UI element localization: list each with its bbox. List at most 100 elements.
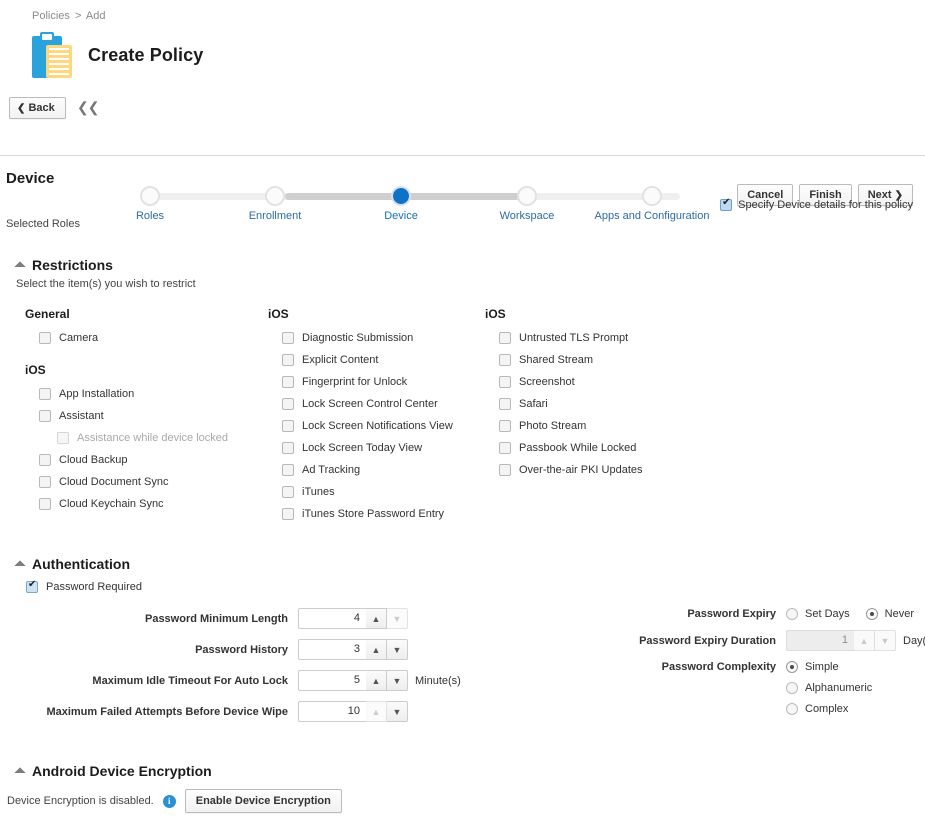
restriction-ad-tracking[interactable]: Ad Tracking: [282, 464, 453, 476]
restriction-app-installation[interactable]: App Installation: [39, 388, 228, 400]
double-chevron-left-icon[interactable]: ❮❮: [77, 100, 99, 114]
page-title: Create Policy: [88, 44, 204, 65]
radio-label-never[interactable]: Never: [885, 608, 914, 620]
stepper-down-icon[interactable]: ▼: [387, 701, 408, 722]
radio-never[interactable]: [865, 608, 878, 620]
stepper-up-icon[interactable]: ▲: [366, 608, 387, 629]
restriction-camera[interactable]: Camera: [39, 332, 228, 344]
restriction-untrusted-tls-prompt[interactable]: Untrusted TLS Prompt: [499, 332, 643, 344]
stepper-down-icon[interactable]: ▼: [387, 670, 408, 691]
radio-set-days[interactable]: [786, 608, 798, 620]
restriction-lock-screen-control-center[interactable]: Lock Screen Control Center: [282, 398, 453, 410]
maximum-idle-timeout-value[interactable]: 5: [298, 670, 366, 691]
radio-row-complex[interactable]: Complex: [786, 703, 881, 715]
checkbox-lock-screen-notifications-view[interactable]: [282, 420, 294, 432]
step-label-enrollment: Enrollment: [248, 210, 302, 222]
restriction-label: Fingerprint for Unlock: [302, 376, 408, 388]
authentication-heading[interactable]: Authentication: [14, 556, 916, 572]
maximum-failed-attempts-value[interactable]: 10: [298, 701, 366, 722]
restriction-lock-screen-today-view[interactable]: Lock Screen Today View: [282, 442, 453, 454]
maximum-failed-attempts-stepper[interactable]: 10 ▲ ▼: [298, 701, 408, 722]
stepper-down-icon[interactable]: ▼: [387, 639, 408, 660]
radio-label-simple[interactable]: Simple: [805, 661, 839, 673]
enable-device-encryption-button[interactable]: Enable Device Encryption: [184, 789, 342, 813]
restriction-itunes-store-password-entry[interactable]: iTunes Store Password Entry: [282, 508, 453, 520]
restriction-photo-stream[interactable]: Photo Stream: [499, 420, 643, 432]
radio-complex[interactable]: [786, 703, 798, 715]
specify-device-details-checkbox[interactable]: [720, 197, 733, 211]
checkbox-passbook-while-locked[interactable]: [499, 442, 511, 454]
password-minimum-length-stepper[interactable]: 4 ▲ ▼: [298, 608, 408, 629]
restriction-cloud-backup[interactable]: Cloud Backup: [39, 454, 228, 466]
stepper-up-icon[interactable]: ▲: [366, 639, 387, 660]
password-history-stepper[interactable]: 3 ▲ ▼: [298, 639, 408, 660]
checkbox-photo-stream[interactable]: [499, 420, 511, 432]
disclosure-triangle-icon[interactable]: [14, 560, 26, 572]
restriction-shared-stream[interactable]: Shared Stream: [499, 354, 643, 366]
checkbox-ad-tracking[interactable]: [282, 464, 294, 476]
specify-device-details-label: Specify Device details for this policy: [738, 199, 913, 211]
radio-row-alphanumeric[interactable]: Alphanumeric: [786, 682, 881, 694]
disclosure-triangle-icon[interactable]: [14, 261, 26, 273]
radio-row-simple[interactable]: Simple: [786, 661, 881, 673]
radio-simple[interactable]: [786, 661, 798, 673]
restriction-assistant[interactable]: Assistant: [39, 410, 228, 422]
restrictions-heading[interactable]: Restrictions: [14, 257, 916, 273]
checkbox-shared-stream[interactable]: [499, 354, 511, 366]
checkbox-safari[interactable]: [499, 398, 511, 410]
disclosure-triangle-icon[interactable]: [14, 767, 26, 779]
checkbox-cloud-document-sync[interactable]: [39, 476, 51, 488]
restriction-passbook-while-locked[interactable]: Passbook While Locked: [499, 442, 643, 454]
breadcrumb-policies[interactable]: Policies: [32, 10, 70, 22]
checkbox-cloud-backup[interactable]: [39, 454, 51, 466]
restriction-screenshot[interactable]: Screenshot: [499, 376, 643, 388]
restriction-itunes[interactable]: iTunes: [282, 486, 453, 498]
checkbox-itunes[interactable]: [282, 486, 294, 498]
radio-label-set-days[interactable]: Set Days: [805, 608, 850, 620]
field-maximum-idle-timeout-for-auto-lock: Maximum Idle Timeout For Auto Lock 5 ▲ ▼…: [16, 670, 476, 691]
checkbox-over-the-air-pki-updates[interactable]: [499, 464, 511, 476]
back-button[interactable]: ❮ Back: [9, 97, 66, 119]
checkbox-cloud-keychain-sync[interactable]: [39, 498, 51, 510]
restriction-label: iTunes Store Password Entry: [302, 508, 445, 520]
android-encryption-heading[interactable]: Android Device Encryption: [14, 763, 916, 779]
info-icon[interactable]: i: [162, 794, 176, 808]
restriction-explicit-content[interactable]: Explicit Content: [282, 354, 453, 366]
password-required-checkbox[interactable]: [26, 579, 38, 593]
stepper-up-icon[interactable]: ▲: [366, 670, 387, 691]
password-minimum-length-value[interactable]: 4: [298, 608, 366, 629]
checkbox-screenshot[interactable]: [499, 376, 511, 388]
checkbox-assistant[interactable]: [39, 410, 51, 422]
maximum-idle-timeout-stepper[interactable]: 5 ▲ ▼: [298, 670, 408, 691]
password-history-value[interactable]: 3: [298, 639, 366, 660]
restriction-over-the-air-pki-updates[interactable]: Over-the-air PKI Updates: [499, 464, 643, 476]
radio-label-alphanumeric[interactable]: Alphanumeric: [805, 682, 872, 694]
restriction-label: Untrusted TLS Prompt: [519, 332, 629, 344]
restriction-diagnostic-submission[interactable]: Diagnostic Submission: [282, 332, 453, 344]
restriction-label: Shared Stream: [519, 354, 593, 366]
checkbox-lock-screen-control-center[interactable]: [282, 398, 294, 410]
step-dot-apps-and-configuration: [642, 186, 662, 206]
checkbox-diagnostic-submission[interactable]: [282, 332, 294, 344]
checkbox-untrusted-tls-prompt[interactable]: [499, 332, 511, 344]
restriction-cloud-document-sync[interactable]: Cloud Document Sync: [39, 476, 228, 488]
radio-label-complex[interactable]: Complex: [805, 703, 848, 715]
restriction-cloud-keychain-sync[interactable]: Cloud Keychain Sync: [39, 498, 228, 510]
password-expiry-duration-stepper: 1 ▲ ▼: [786, 630, 896, 651]
checkbox-app-installation[interactable]: [39, 388, 51, 400]
checkbox-lock-screen-today-view[interactable]: [282, 442, 294, 454]
field-label: Password History: [195, 643, 288, 656]
radio-alphanumeric[interactable]: [786, 682, 798, 694]
restriction-lock-screen-notifications-view[interactable]: Lock Screen Notifications View: [282, 420, 453, 432]
checkbox-camera[interactable]: [39, 332, 51, 344]
field-maximum-failed-attempts-before-device-wipe: Maximum Failed Attempts Before Device Wi…: [16, 701, 476, 722]
restriction-safari[interactable]: Safari: [499, 398, 643, 410]
password-required-row[interactable]: Password Required: [26, 579, 916, 593]
checkbox-assistance-while-device-locked: [57, 432, 69, 444]
checkbox-explicit-content[interactable]: [282, 354, 294, 366]
checkbox-fingerprint-for-unlock[interactable]: [282, 376, 294, 388]
restriction-label: Lock Screen Notifications View: [302, 420, 453, 432]
restriction-fingerprint-for-unlock[interactable]: Fingerprint for Unlock: [282, 376, 453, 388]
checkbox-itunes-store-password-entry[interactable]: [282, 508, 294, 520]
specify-device-details-row[interactable]: Specify Device details for this policy: [720, 197, 913, 211]
